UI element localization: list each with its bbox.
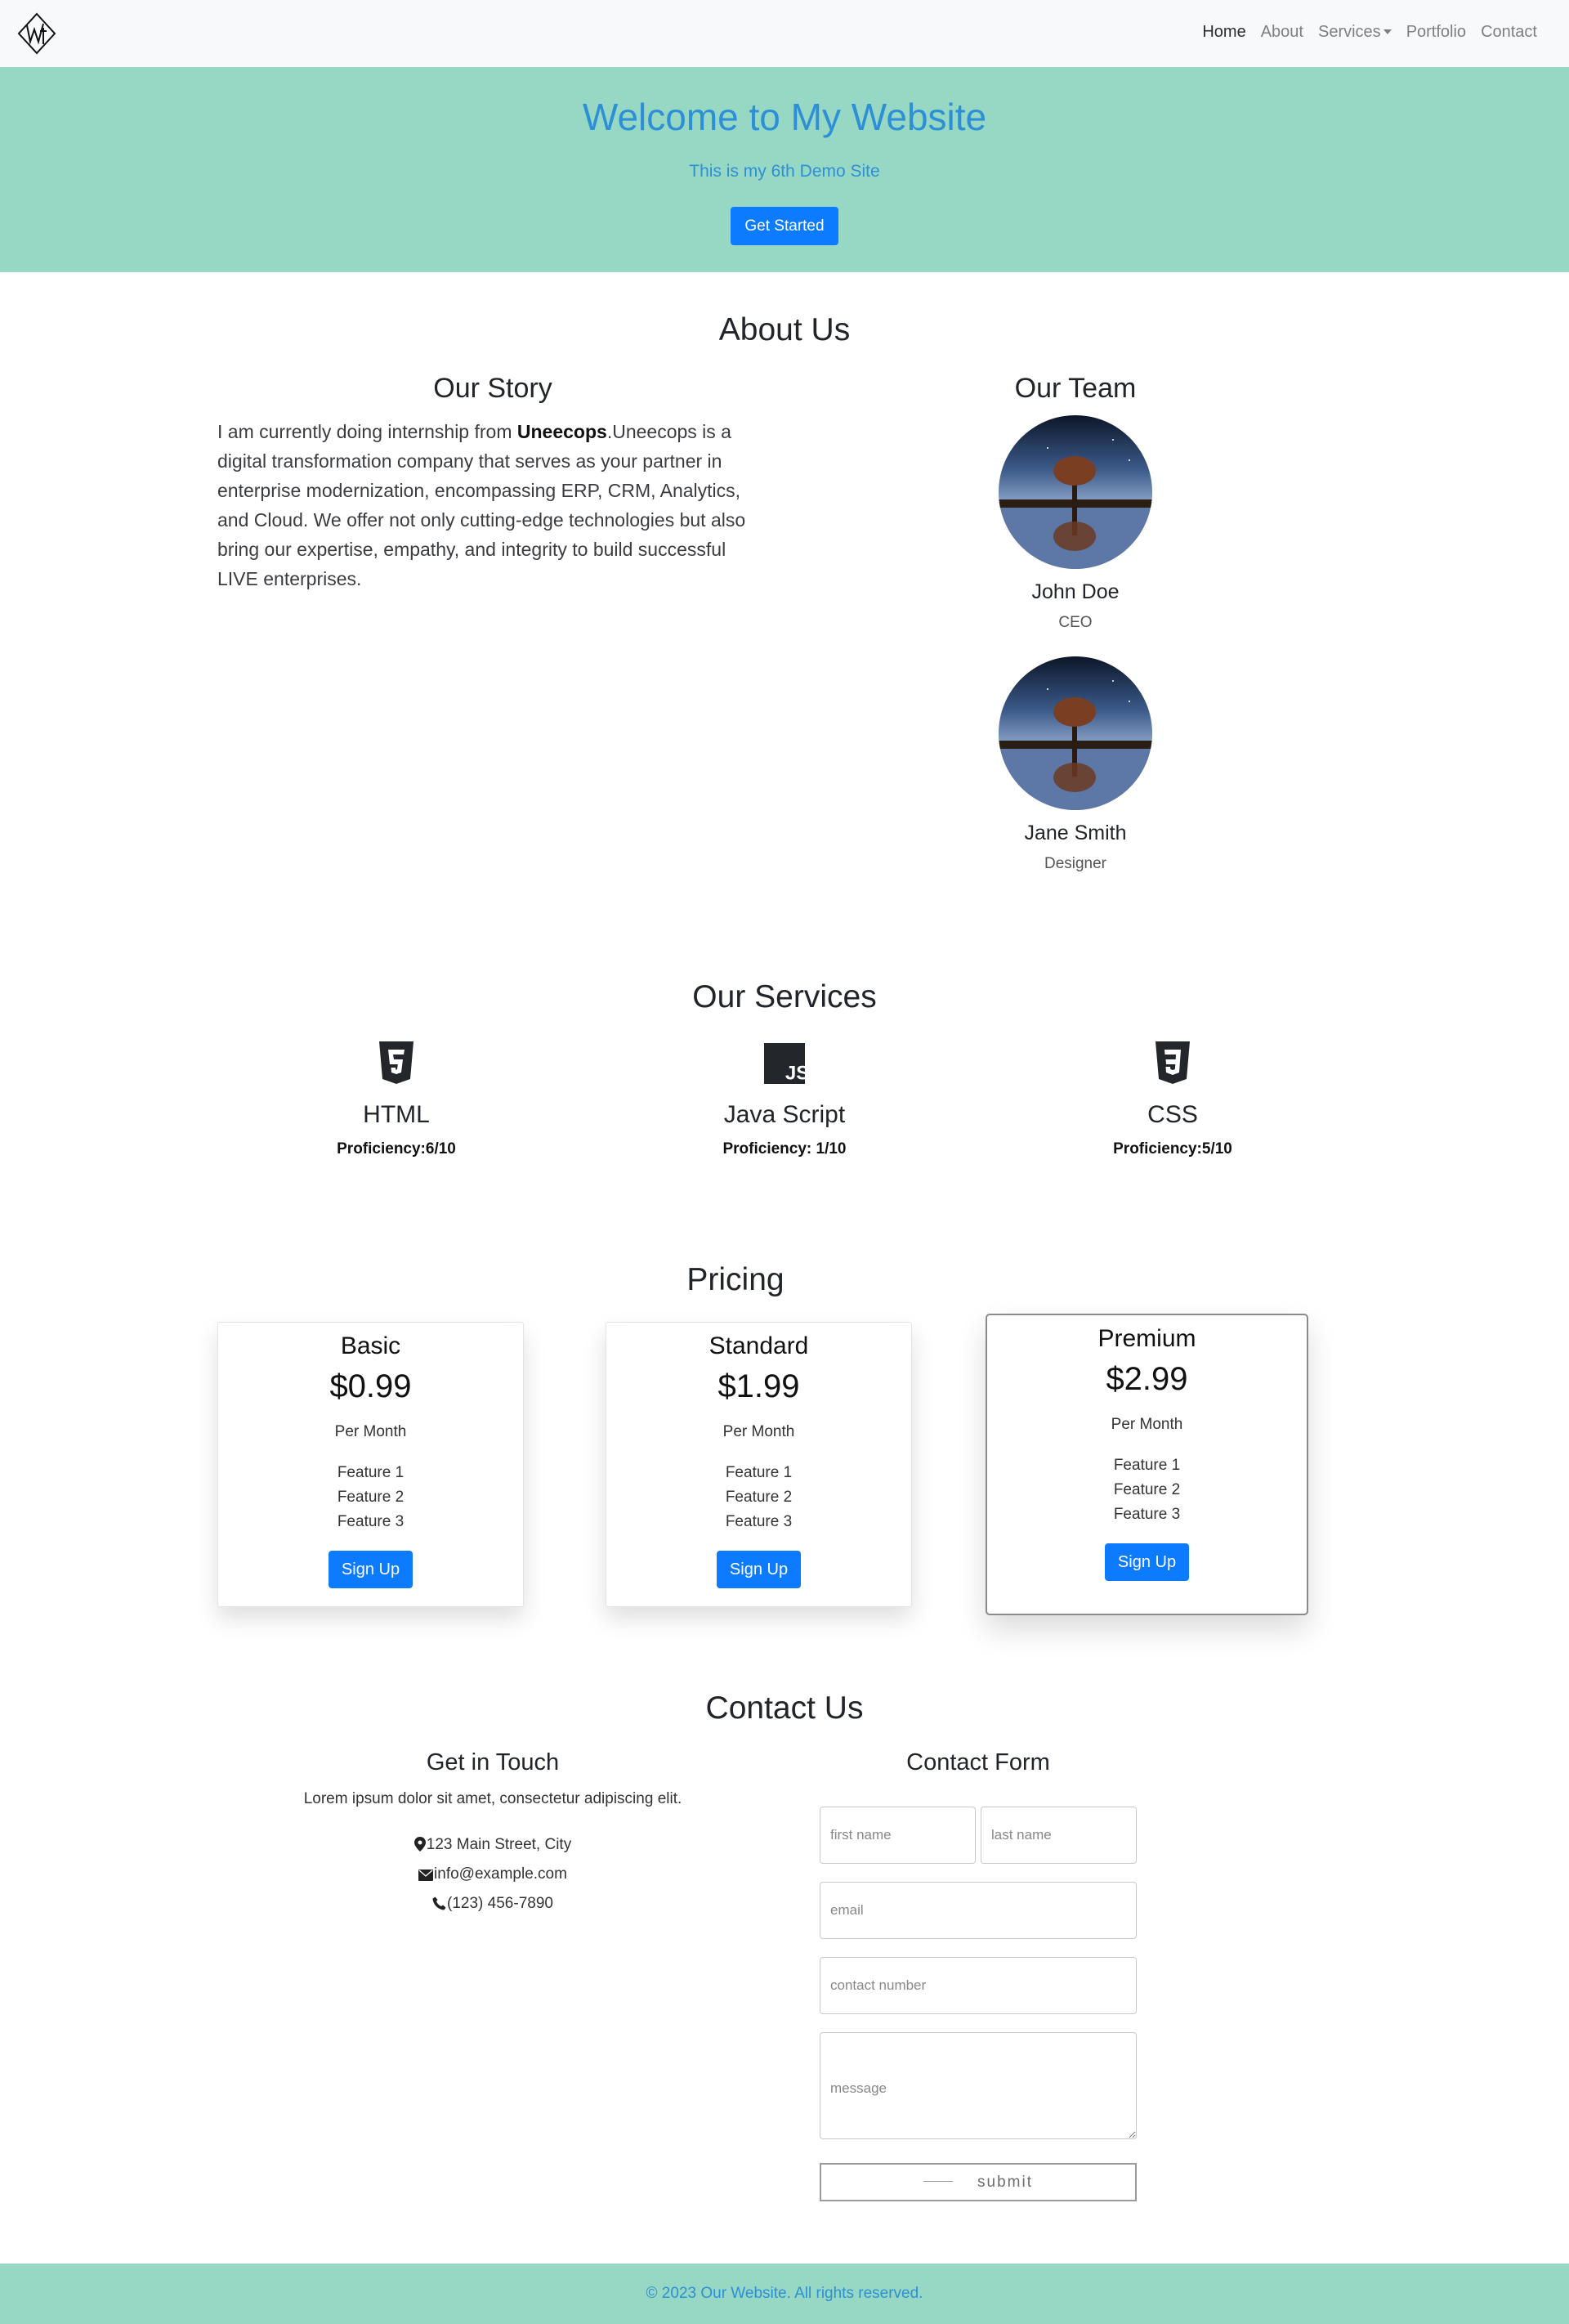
team-member: Jane Smith Designer — [994, 656, 1157, 873]
plan-feature: Feature 2 — [725, 1489, 793, 1506]
plan-name: Premium — [1097, 1325, 1196, 1352]
story-title: Our Story — [433, 373, 552, 404]
plan-price: $0.99 — [329, 1368, 412, 1404]
services-title: Our Services — [692, 979, 877, 1014]
member-name: Jane Smith — [1024, 822, 1127, 844]
plan-period: Per Month — [334, 1423, 407, 1440]
first-name-field[interactable] — [820, 1807, 976, 1864]
map-marker-icon — [413, 1837, 426, 1852]
contact-form-title: Contact Form — [906, 1749, 1050, 1775]
plan-feature: Feature 1 — [725, 1464, 793, 1481]
plan-period: Per Month — [722, 1423, 795, 1440]
nav-link-services-label: Services — [1317, 23, 1381, 41]
javascript-icon: JS — [764, 1043, 809, 1084]
price-card-basic: Basic $0.99 Per Month Feature 1 Feature … — [217, 1322, 524, 1607]
html5-icon — [379, 1041, 413, 1084]
story-text-suffix: .Uneecops is a digital transformation co… — [217, 421, 746, 589]
story-text-prefix: I am currently doing internship from — [217, 421, 517, 442]
service-name: Java Script — [723, 1101, 846, 1128]
hero-subtitle: This is my 6th Demo Site — [689, 162, 880, 181]
phone-icon — [432, 1896, 446, 1910]
submit-dash-decoration — [923, 2180, 954, 2182]
plan-feature: Feature 3 — [725, 1513, 793, 1530]
member-role: CEO — [1058, 614, 1093, 631]
navbar: Home About Services Portfolio Contact — [0, 0, 1569, 67]
sign-up-button[interactable]: Sign Up — [328, 1551, 413, 1588]
get-in-touch-title: Get in Touch — [426, 1749, 560, 1775]
plan-features: Feature 1 Feature 2 Feature 3 — [606, 1461, 911, 1534]
plan-price: $1.99 — [717, 1368, 800, 1404]
css3-icon — [1156, 1041, 1190, 1084]
message-field[interactable] — [820, 2032, 1137, 2139]
phone-text: (123) 456-7890 — [447, 1895, 553, 1912]
address-text: 123 Main Street, City — [426, 1836, 572, 1853]
service-item-html: HTML Proficiency:6/10 — [274, 1041, 519, 1158]
plan-feature: Feature 2 — [337, 1489, 405, 1506]
story-text: I am currently doing internship from Une… — [217, 417, 762, 593]
last-name-field[interactable] — [981, 1807, 1137, 1864]
price-card-standard: Standard $1.99 Per Month Feature 1 Featu… — [606, 1322, 912, 1607]
nav-link-services[interactable]: Services — [1311, 23, 1399, 42]
plan-features: Feature 1 Feature 2 Feature 3 — [987, 1453, 1307, 1527]
story-company: Uneecops — [516, 421, 607, 442]
plan-feature: Feature 3 — [337, 1513, 405, 1530]
chevron-down-icon — [1383, 29, 1392, 34]
service-proficiency: Proficiency: 1/10 — [722, 1140, 847, 1158]
email-field[interactable] — [820, 1882, 1137, 1939]
avatar — [999, 656, 1152, 810]
nav-links: Home About Services Portfolio Contact — [1195, 23, 1544, 42]
plan-name: Basic — [340, 1332, 401, 1359]
email-text: info@example.com — [434, 1865, 567, 1883]
address-line: 123 Main Street, City — [217, 1830, 768, 1860]
plan-features: Feature 1 Feature 2 Feature 3 — [218, 1461, 523, 1534]
get-started-button[interactable]: Get Started — [731, 207, 838, 245]
plan-price: $2.99 — [1106, 1361, 1188, 1397]
member-role: Designer — [1044, 855, 1107, 872]
service-item-javascript: JS Java Script Proficiency: 1/10 — [662, 1041, 907, 1158]
service-name: HTML — [363, 1101, 430, 1128]
avatar — [999, 415, 1152, 569]
team-title: Our Team — [1014, 373, 1137, 404]
contact-title: Contact Us — [705, 1690, 864, 1726]
footer-text: © 2023 Our Website. All rights reserved. — [646, 2285, 923, 2302]
sign-up-button[interactable]: Sign Up — [716, 1551, 802, 1588]
plan-feature: Feature 3 — [1113, 1506, 1181, 1523]
plan-period: Per Month — [1111, 1416, 1183, 1433]
about-title: About Us — [718, 312, 851, 347]
service-proficiency: Proficiency:5/10 — [1113, 1140, 1232, 1158]
nav-link-contact[interactable]: Contact — [1473, 23, 1544, 42]
service-proficiency: Proficiency:6/10 — [337, 1140, 456, 1158]
sign-up-button[interactable]: Sign Up — [1104, 1543, 1190, 1581]
pricing-title: Pricing — [686, 1262, 784, 1297]
contact-number-field[interactable] — [820, 1957, 1137, 2014]
service-name: CSS — [1147, 1101, 1198, 1128]
service-item-css: CSS Proficiency:5/10 — [1050, 1041, 1295, 1158]
contact-lead: Lorem ipsum dolor sit amet, consectetur … — [303, 1790, 682, 1807]
nav-link-portfolio[interactable]: Portfolio — [1399, 23, 1473, 42]
member-name: John Doe — [1031, 580, 1120, 603]
envelope-icon — [418, 1869, 434, 1881]
plan-feature: Feature 1 — [1113, 1457, 1181, 1474]
email-line: info@example.com — [217, 1860, 768, 1889]
footer: © 2023 Our Website. All rights reserved. — [0, 2264, 1569, 2324]
price-card-premium: Premium $2.99 Per Month Feature 1 Featur… — [986, 1314, 1308, 1615]
submit-label: submit — [977, 2173, 1033, 2191]
hero-section: Welcome to My Website This is my 6th Dem… — [0, 67, 1569, 272]
nav-link-home[interactable]: Home — [1195, 23, 1253, 42]
plan-feature: Feature 2 — [1113, 1481, 1181, 1498]
plan-name: Standard — [709, 1332, 809, 1359]
site-logo[interactable] — [16, 11, 57, 56]
nav-link-about[interactable]: About — [1254, 23, 1311, 42]
svg-text:JS: JS — [785, 1062, 805, 1084]
plan-feature: Feature 1 — [337, 1464, 405, 1481]
phone-line: (123) 456-7890 — [217, 1889, 768, 1919]
hero-title: Welcome to My Website — [582, 96, 987, 138]
tree-landscape-image — [999, 656, 1152, 810]
tree-landscape-image — [999, 415, 1152, 569]
team-member: John Doe CEO — [994, 415, 1157, 632]
contact-details: 123 Main Street, City info@example.com (… — [217, 1830, 768, 1919]
submit-button[interactable]: submit — [820, 2163, 1137, 2201]
